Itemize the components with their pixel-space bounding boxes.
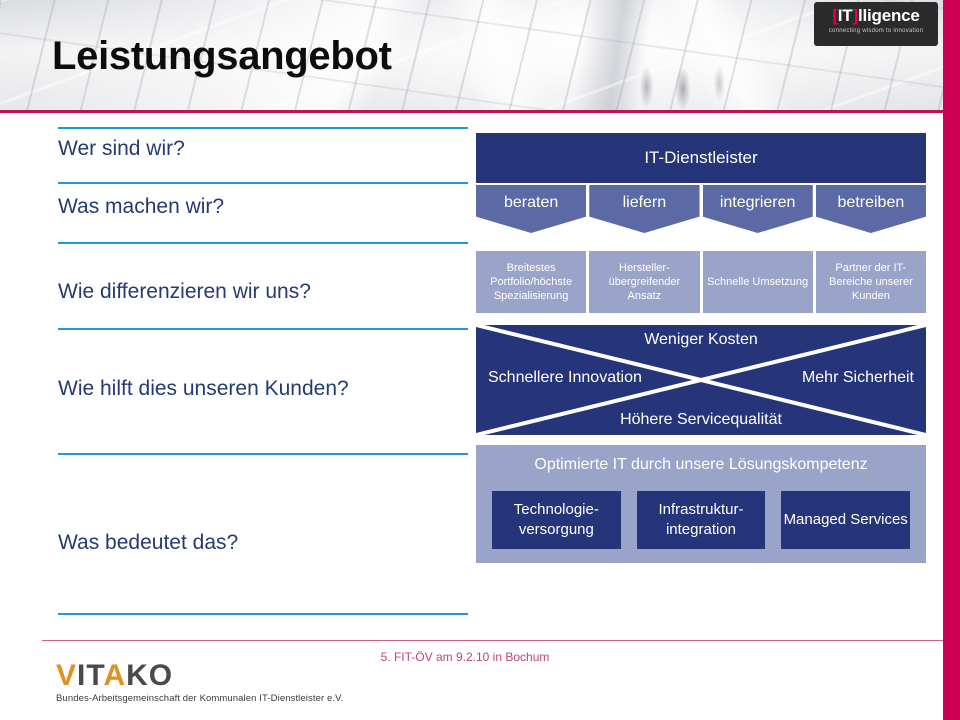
outcome-managed-services[interactable]: Managed Services xyxy=(781,491,911,549)
page-title: Leistungsangebot xyxy=(52,34,392,78)
chevron-liefern[interactable]: liefern xyxy=(589,185,700,233)
feature-hersteller-uebergreifend[interactable]: Hersteller-übergreifender Ansatz xyxy=(589,251,700,313)
outcome-technologieversorgung[interactable]: Technologie-versorgung xyxy=(492,491,621,549)
benefit-weniger-kosten: Weniger Kosten xyxy=(644,331,758,348)
itelligence-logo: [IT]lligence connecting wisdom to innova… xyxy=(814,2,938,46)
logo-it: IT xyxy=(837,6,853,25)
divider-5 xyxy=(58,453,468,455)
vitako-v: V xyxy=(56,659,78,692)
divider-4 xyxy=(58,328,468,330)
question-was-bedeutet-das: Was bedeutet das? xyxy=(58,531,239,554)
vitako-ko: KO xyxy=(126,659,174,692)
right-pink-edge xyxy=(943,113,960,720)
benefit-schnellere-innovation: Schnellere Innovation xyxy=(488,369,642,386)
chevron-betreiben[interactable]: betreiben xyxy=(815,185,926,233)
header-pink-edge xyxy=(943,0,960,113)
chevron-integrieren[interactable]: integrieren xyxy=(702,185,813,233)
question-wer-sind-wir: Wer sind wir? xyxy=(58,137,185,160)
logo-tagline: connecting wisdom to innovation xyxy=(828,28,924,34)
benefits-x-block: Weniger Kosten Schnellere Innovation Meh… xyxy=(476,325,926,435)
question-was-machen-wir: Was machen wir? xyxy=(58,195,225,218)
outcome-row: Technologie-versorgung Infrastruktur-int… xyxy=(492,491,911,549)
benefit-mehr-sicherheit: Mehr Sicherheit xyxy=(801,369,914,386)
header-photo-figures xyxy=(610,24,740,113)
divider-6 xyxy=(58,613,468,615)
vitako-a: A xyxy=(103,659,127,692)
feature-row: Breitestes Portfolio/höchste Spezialisie… xyxy=(476,251,926,313)
question-wie-hilft-dies: Wie hilft dies unseren Kunden? xyxy=(58,377,349,400)
vitako-wordmark: VITAKO xyxy=(56,660,343,692)
divider-3 xyxy=(58,242,468,244)
feature-schnelle-umsetzung[interactable]: Schnelle Umsetzung xyxy=(702,251,813,313)
outcome-block: Optimierte IT durch unsere Lösungskompet… xyxy=(476,445,926,563)
question-wie-differenzieren: Wie differenzieren wir uns? xyxy=(58,280,311,303)
chevron-row: beraten liefern integrieren betreiben xyxy=(476,185,926,233)
band-it-dienstleister: IT-Dienstleister xyxy=(476,133,926,183)
feature-breitestes-portfolio[interactable]: Breitestes Portfolio/höchste Spezialisie… xyxy=(476,251,587,313)
benefit-hoehere-servicequalitaet: Höhere Servicequalität xyxy=(620,411,782,428)
vitako-subtitle: Bundes-Arbeitsgemeinschaft der Kommunale… xyxy=(56,693,344,704)
divider-1 xyxy=(58,127,468,129)
service-diagram: IT-Dienstleister beraten liefern integri… xyxy=(468,113,943,638)
slide-header: Leistungsangebot [IT]lligence connecting… xyxy=(0,0,960,113)
logo-rest: lligence xyxy=(857,6,920,25)
outcome-title: Optimierte IT durch unsere Lösungskompet… xyxy=(534,456,868,473)
vitako-logo: VITAKO Bundes-Arbeitsgemeinschaft der Ko… xyxy=(56,660,344,705)
divider-2 xyxy=(58,182,468,184)
vitako-it: IT xyxy=(77,659,104,692)
chevron-beraten[interactable]: beraten xyxy=(476,185,587,233)
logo-wordmark: [IT]lligence xyxy=(820,7,932,25)
question-column: Wer sind wir? Was machen wir? Wie differ… xyxy=(0,113,470,633)
outcome-infrastrukturintegration[interactable]: Infrastruktur-integration xyxy=(636,491,766,549)
feature-partner-it-bereiche[interactable]: Partner der IT-Bereiche unserer Kunden xyxy=(815,251,926,313)
footer-divider xyxy=(42,640,943,641)
